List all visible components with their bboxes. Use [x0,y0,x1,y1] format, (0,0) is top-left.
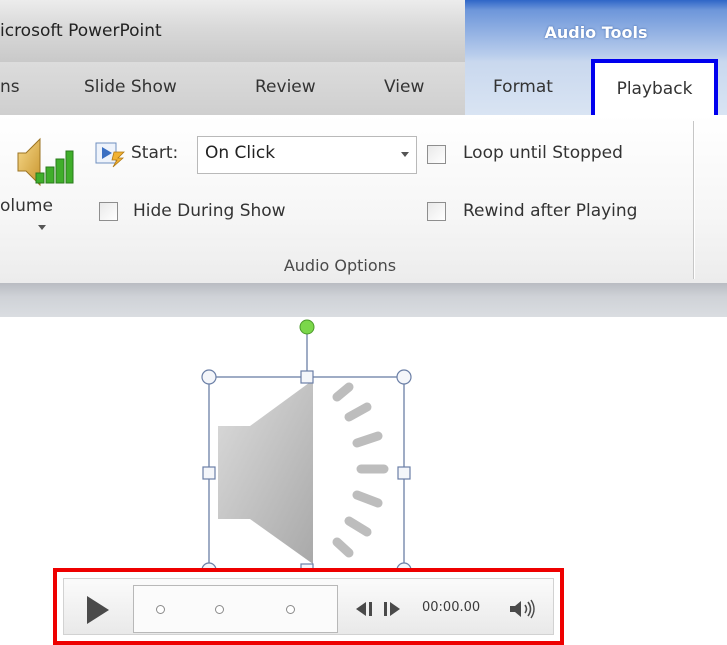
group-divider [693,121,694,279]
resize-handle-left[interactable] [202,466,216,480]
resize-handle-right[interactable] [397,466,411,480]
loop-until-stopped-checkbox[interactable] [427,145,446,164]
tab-slide-show[interactable]: Slide Show [84,77,177,97]
hide-during-show-label[interactable]: Hide During Show [133,201,286,221]
audio-player-controls: 00:00.00 [63,578,554,635]
timeline-marker [215,605,224,614]
skip-back-icon[interactable] [354,601,376,617]
ribbon-panel: olume Start: On Click Hide During Show L… [0,115,727,283]
resize-handle-top[interactable] [300,370,314,384]
context-tab-group: Audio Tools [465,0,727,62]
app-title: icrosoft PowerPoint [0,21,162,41]
title-bar: icrosoft PowerPoint Audio Tools [0,0,727,62]
ribbon-bottom-band [0,283,727,317]
audio-player-bar: 00:00.00 [53,568,564,645]
volume-label: olume [0,196,53,216]
tab-review[interactable]: Review [255,77,316,97]
playback-timeline[interactable] [133,585,338,633]
start-dropdown[interactable]: On Click [197,136,417,174]
start-dropdown-value: On Click [205,143,276,163]
tab-view[interactable]: View [384,77,424,97]
chevron-down-icon [401,152,409,157]
resize-handle-top-left[interactable] [201,369,217,385]
tab-animations[interactable]: ns [0,77,20,97]
rewind-after-playing-checkbox[interactable] [427,202,446,221]
rewind-after-playing-label[interactable]: Rewind after Playing [463,201,637,221]
volume-icon[interactable] [508,598,538,620]
skip-forward-icon[interactable] [381,601,403,617]
loop-until-stopped-label[interactable]: Loop until Stopped [463,143,623,163]
speaker-volume-icon [17,137,74,187]
tab-playback-label: Playback [616,79,693,99]
timeline-marker [286,605,295,614]
audio-speaker-icon [218,380,389,564]
time-display: 00:00.00 [422,600,481,615]
timeline-marker [156,605,165,614]
context-group-label: Audio Tools [544,23,648,42]
audio-options-group-label: Audio Options [283,256,397,275]
tab-playback[interactable]: Playback [591,59,718,115]
resize-handle-top-right[interactable] [396,369,412,385]
start-play-icon [95,142,125,168]
hide-during-show-checkbox[interactable] [99,202,118,221]
play-icon[interactable] [87,596,109,624]
tab-format[interactable]: Format [493,77,553,97]
start-label: Start: [131,143,179,163]
rotation-handle[interactable] [299,319,315,335]
volume-dropdown-caret-icon [38,225,46,230]
